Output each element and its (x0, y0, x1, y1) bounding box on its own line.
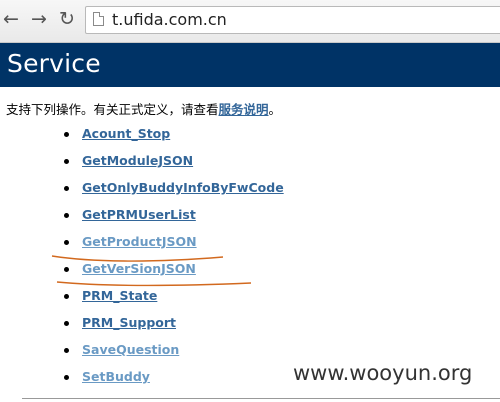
bullet-icon (64, 132, 69, 137)
operation-link[interactable]: PRM_State (82, 288, 157, 303)
back-arrow-icon[interactable]: ← (0, 8, 22, 30)
page-header: Service (0, 43, 500, 87)
page-title: Service (7, 49, 101, 78)
bullet-icon (64, 240, 69, 245)
operation-link[interactable]: PRM_Support (82, 315, 176, 330)
watermark: www.wooyun.org (293, 361, 473, 385)
address-bar[interactable]: t.ufida.com.cn (85, 6, 500, 34)
list-item: PRM_State (64, 287, 324, 307)
bullet-icon (64, 321, 69, 326)
list-item: GetOnlyBuddyInfoByFwCode (64, 179, 324, 199)
list-item: SetBuddy (64, 368, 324, 388)
intro-suffix: 。 (268, 102, 282, 117)
list-item: Acount_Stop (64, 125, 324, 145)
forward-arrow-icon[interactable]: → (28, 8, 50, 30)
intro-paragraph: 支持下列操作。有关正式定义，请查看服务说明。 (6, 99, 281, 118)
bullet-icon (64, 348, 69, 353)
list-item: GetPRMUserList (64, 206, 324, 226)
intro-text: 支持下列操作。有关正式定义，请查看 (6, 102, 219, 117)
list-item: SaveQuestion (64, 341, 324, 361)
divider (22, 398, 500, 399)
bullet-icon (64, 267, 69, 272)
bullet-icon (64, 159, 69, 164)
operation-link[interactable]: GetModuleJSON (82, 153, 193, 168)
list-item: GetModuleJSON (64, 152, 324, 172)
list-item: GetVerSionJSON (64, 260, 324, 280)
browser-toolbar: ← → ↻ t.ufida.com.cn (0, 0, 500, 43)
bullet-icon (64, 186, 69, 191)
bullet-icon (64, 213, 69, 218)
list-item: GetProductJSON (64, 233, 324, 253)
operation-link[interactable]: Acount_Stop (82, 126, 170, 141)
operation-link[interactable]: GetPRMUserList (82, 207, 196, 222)
operation-link[interactable]: SetBuddy (82, 369, 150, 384)
operation-link[interactable]: GetProductJSON (82, 234, 197, 249)
service-description-link[interactable]: 服务说明 (219, 102, 269, 117)
page-icon (93, 12, 104, 26)
reload-icon[interactable]: ↻ (56, 8, 78, 30)
bullet-icon (64, 375, 69, 380)
operation-link[interactable]: GetOnlyBuddyInfoByFwCode (82, 180, 284, 195)
operation-link[interactable]: SaveQuestion (82, 342, 179, 357)
operation-link[interactable]: GetVerSionJSON (82, 261, 196, 276)
underline-mark (56, 281, 252, 287)
list-item: PRM_Support (64, 314, 324, 334)
bullet-icon (64, 294, 69, 299)
url-text[interactable]: t.ufida.com.cn (112, 10, 227, 29)
